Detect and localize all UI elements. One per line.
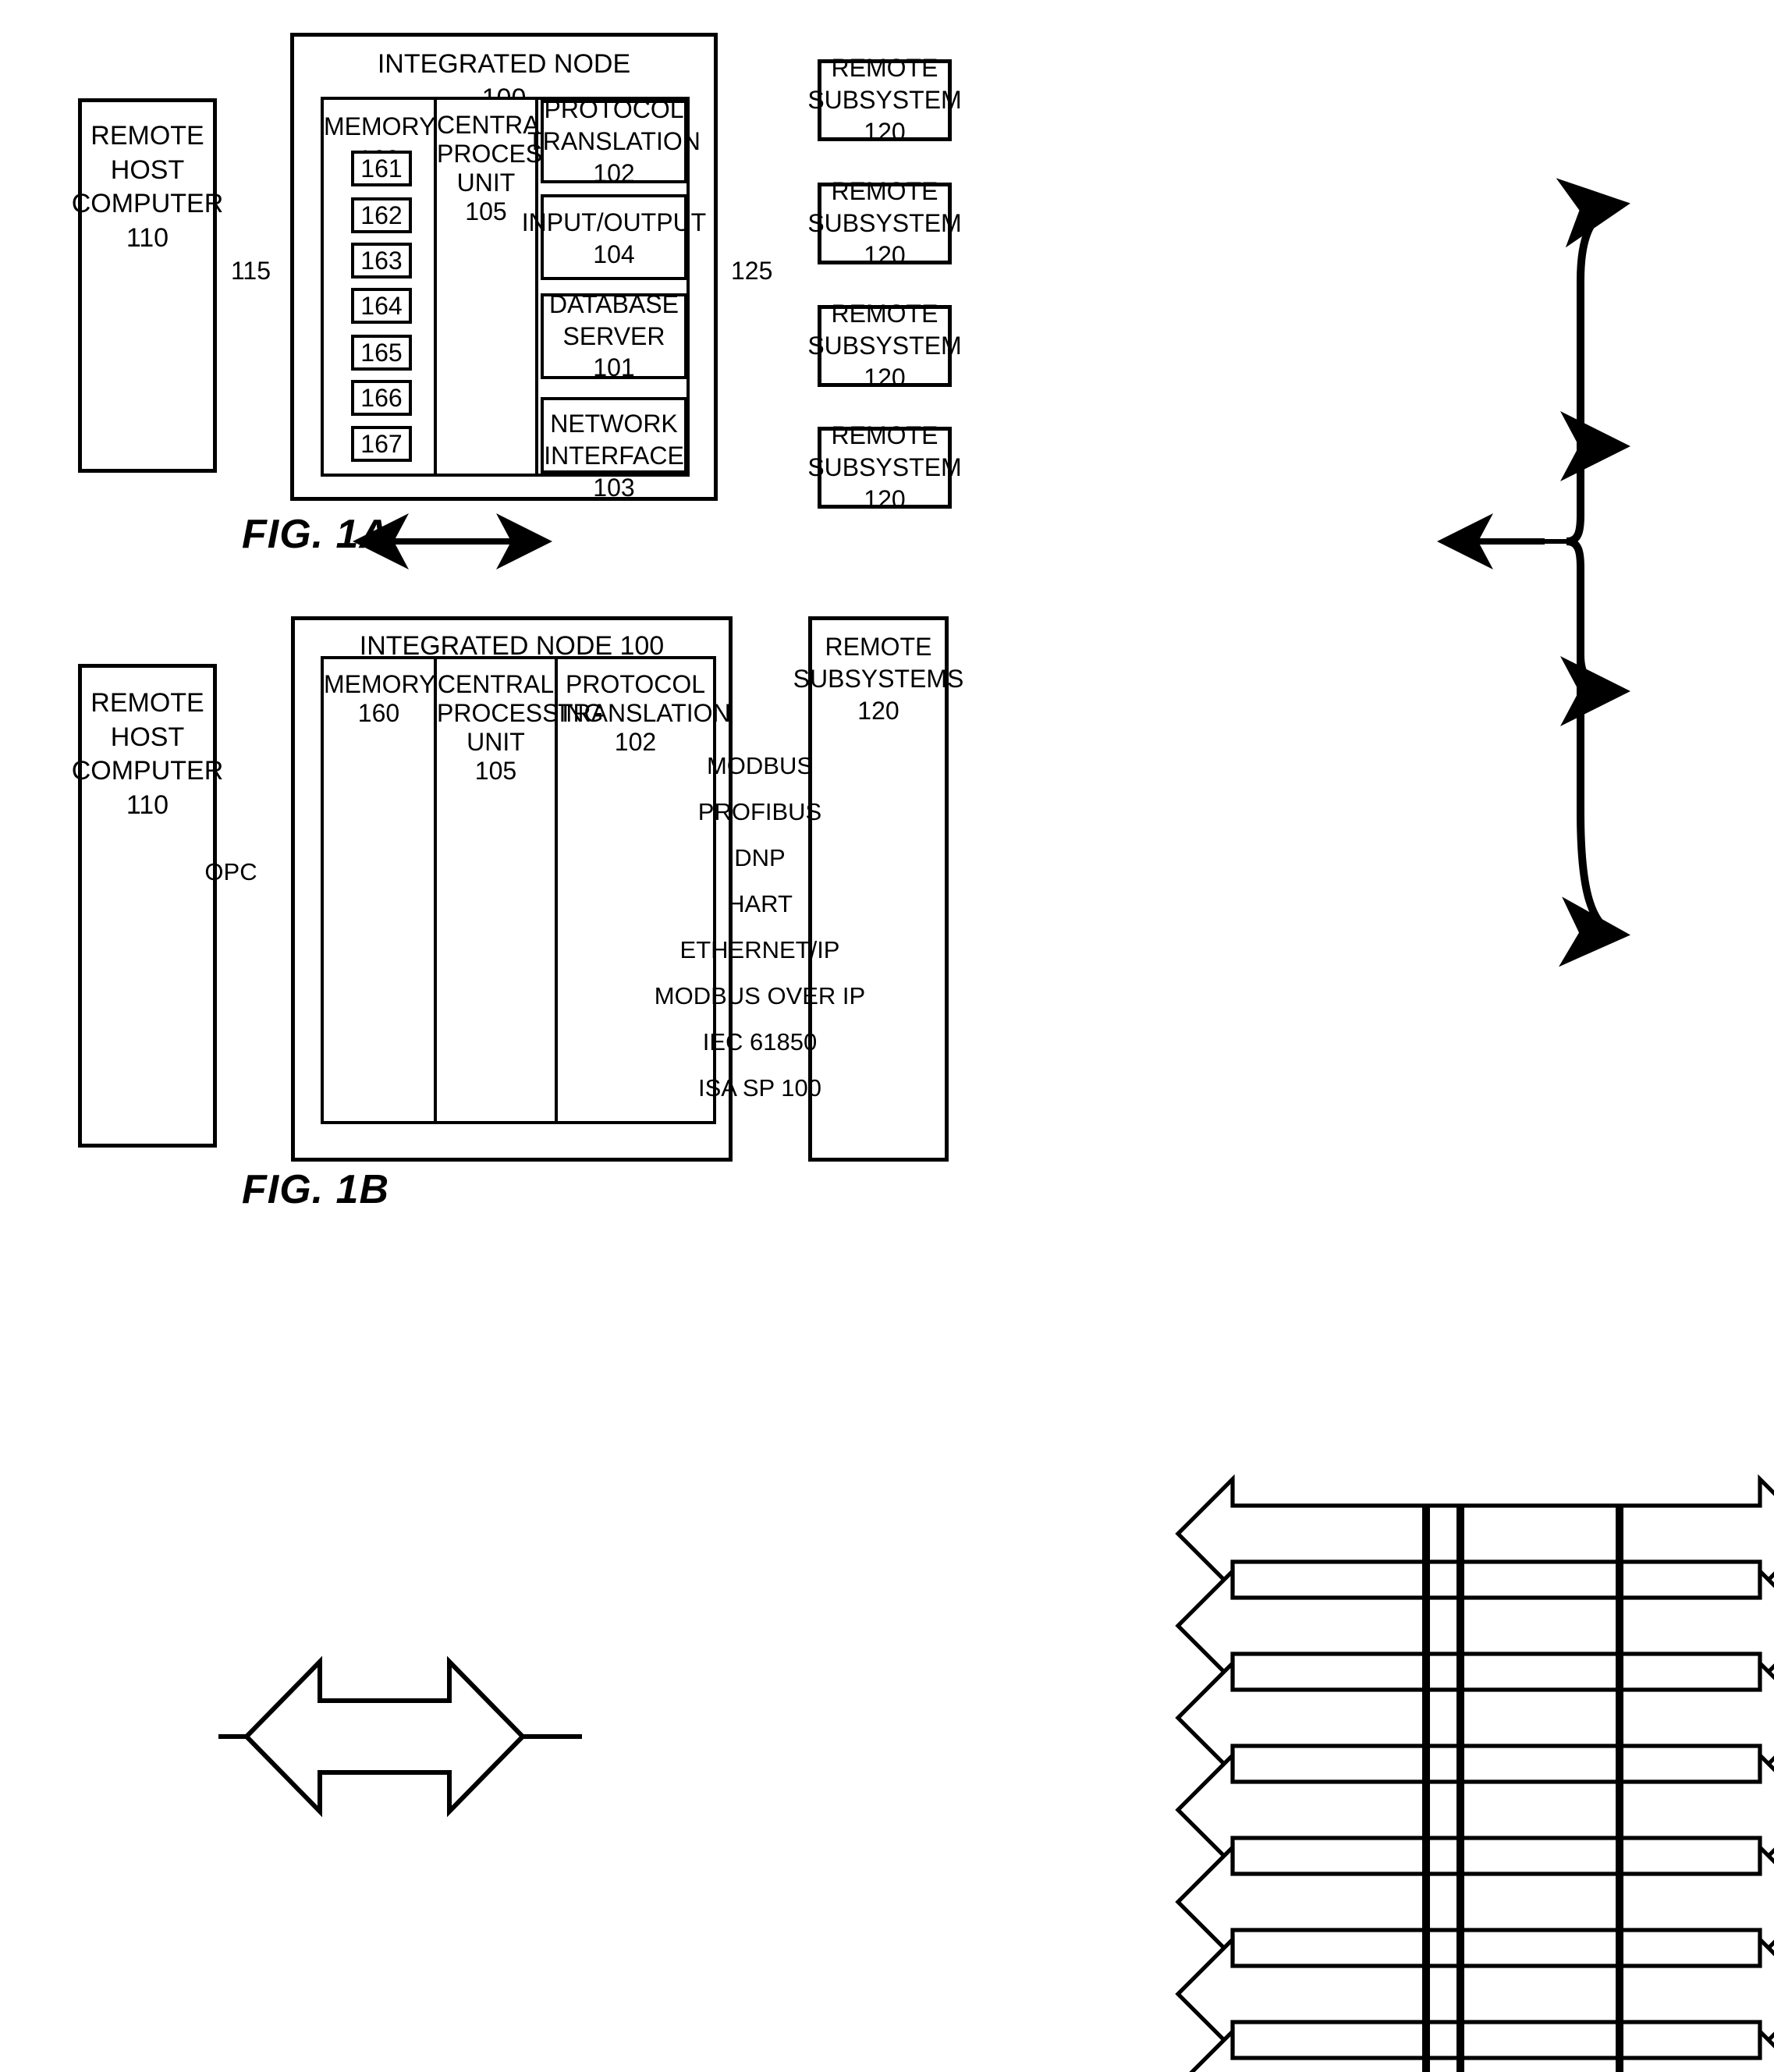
fig1b-protocol-arrows xyxy=(1175,1474,1774,2072)
fig1a-remote-subsystem: REMOTE SUBSYSTEM 120 xyxy=(807,300,961,392)
fig1a-network-interface-box: NETWORK INTERFACE 103 xyxy=(541,397,687,502)
fig1a-memory-cell: 166 xyxy=(351,380,412,416)
fig1b-opc-arrow xyxy=(218,1655,582,1818)
fig1b-remote-host-computer-label: REMOTE HOST COMPUTER 110 xyxy=(71,688,224,820)
fig1b-wall-overlap-strokes xyxy=(1422,1506,1623,2072)
fig1a-memory-cell: 167 xyxy=(351,426,412,462)
fig1a-protocol-translation-box: PROTOCOL TRANSLATION 102 xyxy=(527,95,701,187)
fig1a-caption: FIG. 1A xyxy=(242,512,390,557)
fig1a-memory-cell: 161 xyxy=(351,151,412,186)
fig1a-memory-cell: 162 xyxy=(351,197,412,233)
fig1a-remote-subsystem: REMOTE SUBSYSTEM 120 xyxy=(807,54,961,146)
fig1a-input-output-label: INPUT/OUTPUT 104 xyxy=(521,208,707,268)
fig1b-caption: FIG. 1B xyxy=(242,1167,390,1212)
fig1a-memory-cell: 163 xyxy=(351,243,412,279)
fig1a-remote-subsystem: REMOTE SUBSYSTEM 120 xyxy=(807,421,961,513)
fig1a-cpu-column: CENTRAL PROCESSING UNIT 105 xyxy=(437,100,604,474)
fig1a-database-server-label: DATABASE SERVER 101 xyxy=(549,289,679,382)
fig1a-remote-host-computer: REMOTE HOST COMPUTER 110 xyxy=(72,98,223,473)
fig1b-memory-column: MEMORY 160 xyxy=(324,659,437,1121)
fig1a-remote-subsystem-label: REMOTE SUBSYSTEM 120 xyxy=(807,421,962,513)
fig1b-opc-label: OPC xyxy=(204,858,257,885)
fig1b-cpu-column: CENTRAL PROCESSING UNIT 105 xyxy=(437,659,604,1121)
fig1a-remote-host-computer-label: REMOTE HOST COMPUTER 110 xyxy=(71,121,224,253)
fig1a-integrated-node-title: INTEGRATED NODE xyxy=(377,49,631,79)
fig1b-remote-host-computer: REMOTE HOST COMPUTER 110 xyxy=(72,664,223,1148)
fig1a-memory-cell: 164 xyxy=(351,288,412,324)
fig1a-subsystem-bus xyxy=(1556,178,1630,967)
fig1b-memory-label: MEMORY 160 xyxy=(324,670,436,727)
fig1a-remote-subsystem-label: REMOTE SUBSYSTEM 120 xyxy=(807,300,962,392)
fig1a-input-output-box: INPUT/OUTPUT 104 xyxy=(522,194,706,280)
fig1b-protocol-label: ISA SP 100 xyxy=(698,1074,821,1102)
fig1a-protocol-translation-label: PROTOCOL TRANSLATION 102 xyxy=(527,95,701,187)
fig1a-memory-cell: 165 xyxy=(351,335,412,371)
fig1a-remote-subsystem-label: REMOTE SUBSYSTEM 120 xyxy=(807,177,962,269)
fig1a-database-server-box: DATABASE SERVER 101 xyxy=(541,290,687,381)
patent-figure-sheet: REMOTE HOST COMPUTER 110 INTEGRATED NODE… xyxy=(0,0,1774,2072)
fig1a-connector-115-label: 115 xyxy=(231,257,271,285)
fig1a-remote-subsystem: REMOTE SUBSYSTEM 120 xyxy=(807,177,961,269)
fig1b-remote-subsystems-label: REMOTE SUBSYSTEMS 120 xyxy=(793,633,964,725)
fig1a-cpu-label: CENTRAL PROCESSING UNIT 105 xyxy=(437,111,604,225)
fig1b-protocol-row: ISA SP 100 xyxy=(608,1048,911,1129)
fig1a-memory-title: MEMORY xyxy=(324,112,436,140)
fig1b-cpu-label: CENTRAL PROCESSING UNIT 105 xyxy=(437,670,604,785)
fig1a-remote-subsystem-label: REMOTE SUBSYSTEM 120 xyxy=(807,54,962,146)
fig1a-network-interface-label: NETWORK INTERFACE 103 xyxy=(544,410,684,502)
fig1a-connector-125-label: 125 xyxy=(731,257,773,285)
